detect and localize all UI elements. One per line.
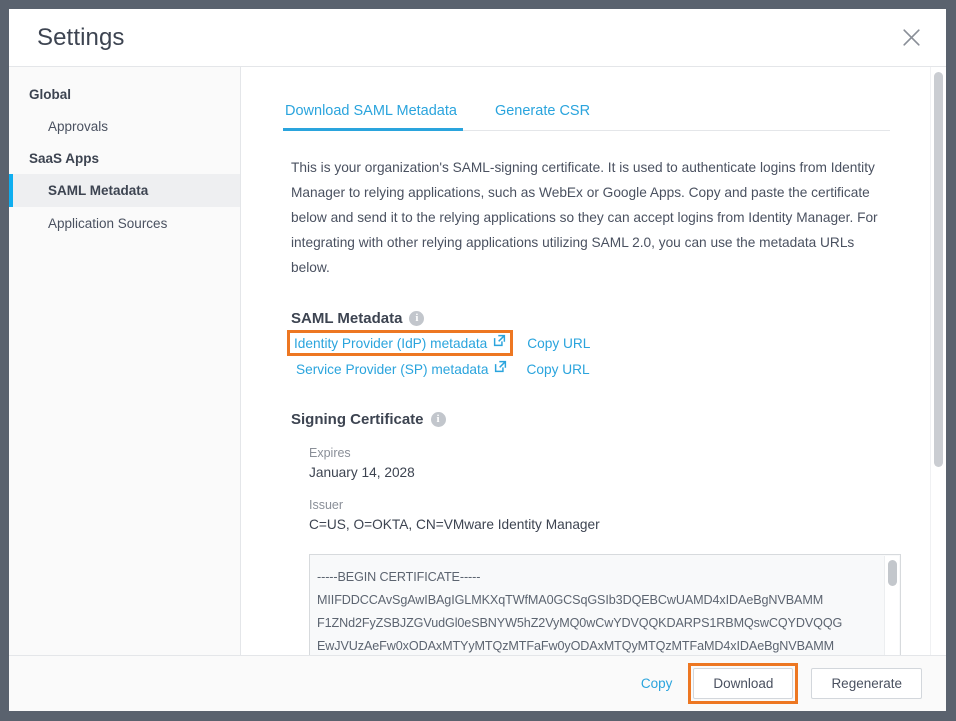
certificate-text: -----BEGIN CERTIFICATE----- MIIFDDCCAvSg… (317, 570, 843, 653)
info-icon[interactable]: i (409, 311, 425, 326)
dialog-body: Global Approvals SaaS Apps SAML Metadata… (9, 67, 946, 655)
app-frame: Settings Global Approvals SaaS Apps SAML… (0, 0, 956, 721)
saml-metadata-heading-text: SAML Metadata (291, 310, 403, 327)
sidebar-item-application-sources[interactable]: Application Sources (9, 207, 240, 240)
close-icon[interactable] (894, 21, 928, 55)
tab-generate-csr[interactable]: Generate CSR (479, 97, 612, 130)
certificate-textarea[interactable]: -----BEGIN CERTIFICATE----- MIIFDDCCAvSg… (309, 554, 901, 655)
settings-sidebar: Global Approvals SaaS Apps SAML Metadata… (9, 67, 241, 655)
expires-label: Expires (309, 446, 351, 460)
certificate-scrollbar-thumb[interactable] (888, 560, 897, 586)
content-scrollbar[interactable] (930, 67, 946, 655)
sp-metadata-row: Service Provider (SP) metadata Copy URL (291, 357, 890, 381)
sidebar-group-global: Global (29, 87, 72, 102)
download-button[interactable]: Download (693, 668, 794, 699)
download-button-highlight: Download (688, 663, 799, 704)
expires-field: Expires January 14, 2028 (309, 446, 890, 480)
tab-bar: Download SAML Metadata Generate CSR (283, 97, 890, 131)
tab-download-saml-metadata[interactable]: Download SAML Metadata (283, 97, 479, 131)
idp-metadata-row: Identity Provider (IdP) metadata Copy UR… (287, 330, 890, 356)
regenerate-button-wrap: Regenerate (811, 668, 922, 699)
signing-certificate-heading-text: Signing Certificate (291, 411, 424, 428)
intro-paragraph: This is your organization's SAML-signing… (291, 160, 878, 275)
metadata-link-list: Identity Provider (IdP) metadata Copy UR… (287, 330, 890, 381)
idp-metadata-link-label: Identity Provider (IdP) metadata (294, 335, 488, 351)
sidebar-group-saas-apps: SaaS Apps (29, 151, 100, 166)
sp-metadata-link[interactable]: Service Provider (SP) metadata (291, 358, 512, 380)
saml-metadata-heading: SAML Metadata i (291, 310, 890, 327)
issuer-label: Issuer (309, 498, 344, 512)
sidebar-item-approvals[interactable]: Approvals (9, 110, 240, 143)
signing-certificate-heading: Signing Certificate i (291, 411, 890, 428)
issuer-value: C=US, O=OKTA, CN=VMware Identity Manager (309, 517, 600, 532)
idp-metadata-link[interactable]: Identity Provider (IdP) metadata (287, 330, 514, 356)
info-icon[interactable]: i (430, 412, 446, 427)
expires-value: January 14, 2028 (309, 465, 415, 480)
settings-dialog: Settings Global Approvals SaaS Apps SAML… (9, 9, 946, 711)
certificate-scrollbar[interactable] (884, 556, 899, 655)
dialog-header: Settings (9, 9, 946, 67)
dialog-footer: Copy Download Regenerate (9, 655, 946, 711)
page-title: Settings (37, 23, 125, 51)
issuer-field: Issuer C=US, O=OKTA, CN=VMware Identity … (309, 498, 890, 532)
content-scrollbar-thumb[interactable] (934, 72, 943, 467)
external-link-icon (494, 360, 507, 378)
copy-url-idp-button[interactable]: Copy URL (527, 336, 590, 351)
regenerate-button[interactable]: Regenerate (811, 668, 922, 699)
external-link-icon (493, 334, 506, 352)
sp-metadata-link-label: Service Provider (SP) metadata (296, 361, 489, 377)
copy-button[interactable]: Copy (641, 676, 673, 691)
sidebar-item-saml-metadata[interactable]: SAML Metadata (9, 174, 240, 207)
content-area: Download SAML Metadata Generate CSR This… (241, 67, 946, 655)
copy-url-sp-button[interactable]: Copy URL (526, 362, 589, 377)
